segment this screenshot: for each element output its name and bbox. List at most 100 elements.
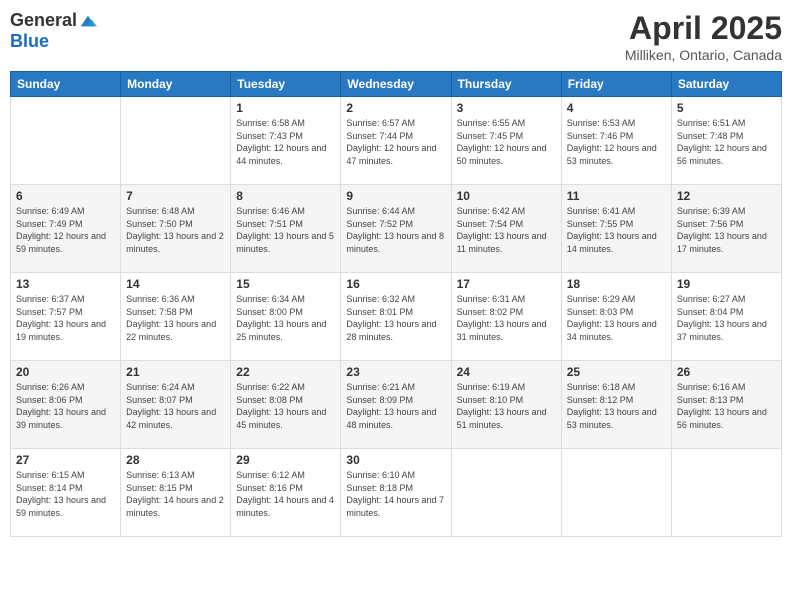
day-info: Sunrise: 6:41 AM Sunset: 7:55 PM Dayligh… xyxy=(567,205,666,255)
calendar-cell: 27 Sunrise: 6:15 AM Sunset: 8:14 PM Dayl… xyxy=(11,449,121,537)
calendar-cell: 20 Sunrise: 6:26 AM Sunset: 8:06 PM Dayl… xyxy=(11,361,121,449)
day-info: Sunrise: 6:12 AM Sunset: 8:16 PM Dayligh… xyxy=(236,469,335,519)
calendar-cell: 15 Sunrise: 6:34 AM Sunset: 8:00 PM Dayl… xyxy=(231,273,341,361)
calendar-cell: 1 Sunrise: 6:58 AM Sunset: 7:43 PM Dayli… xyxy=(231,97,341,185)
day-number: 30 xyxy=(346,453,445,467)
day-info: Sunrise: 6:53 AM Sunset: 7:46 PM Dayligh… xyxy=(567,117,666,167)
header-wednesday: Wednesday xyxy=(341,72,451,97)
week-row-5: 27 Sunrise: 6:15 AM Sunset: 8:14 PM Dayl… xyxy=(11,449,782,537)
week-row-2: 6 Sunrise: 6:49 AM Sunset: 7:49 PM Dayli… xyxy=(11,185,782,273)
day-info: Sunrise: 6:37 AM Sunset: 7:57 PM Dayligh… xyxy=(16,293,115,343)
day-info: Sunrise: 6:36 AM Sunset: 7:58 PM Dayligh… xyxy=(126,293,225,343)
calendar-cell: 6 Sunrise: 6:49 AM Sunset: 7:49 PM Dayli… xyxy=(11,185,121,273)
calendar-cell xyxy=(561,449,671,537)
title-section: April 2025 Milliken, Ontario, Canada xyxy=(625,10,782,63)
day-info: Sunrise: 6:57 AM Sunset: 7:44 PM Dayligh… xyxy=(346,117,445,167)
calendar-cell: 23 Sunrise: 6:21 AM Sunset: 8:09 PM Dayl… xyxy=(341,361,451,449)
day-number: 14 xyxy=(126,277,225,291)
day-number: 26 xyxy=(677,365,776,379)
day-number: 4 xyxy=(567,101,666,115)
calendar-cell: 30 Sunrise: 6:10 AM Sunset: 8:18 PM Dayl… xyxy=(341,449,451,537)
calendar-cell: 19 Sunrise: 6:27 AM Sunset: 8:04 PM Dayl… xyxy=(671,273,781,361)
page: General Blue April 2025 Milliken, Ontari… xyxy=(0,0,792,612)
day-number: 29 xyxy=(236,453,335,467)
calendar-cell: 14 Sunrise: 6:36 AM Sunset: 7:58 PM Dayl… xyxy=(121,273,231,361)
calendar-cell: 24 Sunrise: 6:19 AM Sunset: 8:10 PM Dayl… xyxy=(451,361,561,449)
calendar-cell: 7 Sunrise: 6:48 AM Sunset: 7:50 PM Dayli… xyxy=(121,185,231,273)
weekday-header-row: Sunday Monday Tuesday Wednesday Thursday… xyxy=(11,72,782,97)
day-info: Sunrise: 6:19 AM Sunset: 8:10 PM Dayligh… xyxy=(457,381,556,431)
week-row-1: 1 Sunrise: 6:58 AM Sunset: 7:43 PM Dayli… xyxy=(11,97,782,185)
day-number: 23 xyxy=(346,365,445,379)
day-info: Sunrise: 6:49 AM Sunset: 7:49 PM Dayligh… xyxy=(16,205,115,255)
calendar-cell: 16 Sunrise: 6:32 AM Sunset: 8:01 PM Dayl… xyxy=(341,273,451,361)
calendar-cell: 29 Sunrise: 6:12 AM Sunset: 8:16 PM Dayl… xyxy=(231,449,341,537)
day-number: 21 xyxy=(126,365,225,379)
logo-general: General xyxy=(10,10,77,31)
main-title: April 2025 xyxy=(625,10,782,47)
calendar-cell: 12 Sunrise: 6:39 AM Sunset: 7:56 PM Dayl… xyxy=(671,185,781,273)
day-number: 24 xyxy=(457,365,556,379)
day-info: Sunrise: 6:42 AM Sunset: 7:54 PM Dayligh… xyxy=(457,205,556,255)
calendar-cell xyxy=(671,449,781,537)
calendar-cell: 28 Sunrise: 6:13 AM Sunset: 8:15 PM Dayl… xyxy=(121,449,231,537)
logo-blue: Blue xyxy=(10,31,49,51)
day-info: Sunrise: 6:31 AM Sunset: 8:02 PM Dayligh… xyxy=(457,293,556,343)
logo-icon xyxy=(79,12,97,30)
calendar-cell xyxy=(11,97,121,185)
week-row-4: 20 Sunrise: 6:26 AM Sunset: 8:06 PM Dayl… xyxy=(11,361,782,449)
calendar-cell: 17 Sunrise: 6:31 AM Sunset: 8:02 PM Dayl… xyxy=(451,273,561,361)
day-info: Sunrise: 6:24 AM Sunset: 8:07 PM Dayligh… xyxy=(126,381,225,431)
day-info: Sunrise: 6:44 AM Sunset: 7:52 PM Dayligh… xyxy=(346,205,445,255)
header-sunday: Sunday xyxy=(11,72,121,97)
calendar-cell xyxy=(121,97,231,185)
day-number: 25 xyxy=(567,365,666,379)
day-number: 18 xyxy=(567,277,666,291)
day-info: Sunrise: 6:27 AM Sunset: 8:04 PM Dayligh… xyxy=(677,293,776,343)
day-number: 3 xyxy=(457,101,556,115)
day-info: Sunrise: 6:39 AM Sunset: 7:56 PM Dayligh… xyxy=(677,205,776,255)
day-info: Sunrise: 6:26 AM Sunset: 8:06 PM Dayligh… xyxy=(16,381,115,431)
header-saturday: Saturday xyxy=(671,72,781,97)
calendar-cell: 13 Sunrise: 6:37 AM Sunset: 7:57 PM Dayl… xyxy=(11,273,121,361)
day-number: 27 xyxy=(16,453,115,467)
header: General Blue April 2025 Milliken, Ontari… xyxy=(10,10,782,63)
calendar-cell: 22 Sunrise: 6:22 AM Sunset: 8:08 PM Dayl… xyxy=(231,361,341,449)
day-number: 28 xyxy=(126,453,225,467)
day-number: 17 xyxy=(457,277,556,291)
day-number: 13 xyxy=(16,277,115,291)
day-info: Sunrise: 6:32 AM Sunset: 8:01 PM Dayligh… xyxy=(346,293,445,343)
day-number: 10 xyxy=(457,189,556,203)
day-number: 15 xyxy=(236,277,335,291)
week-row-3: 13 Sunrise: 6:37 AM Sunset: 7:57 PM Dayl… xyxy=(11,273,782,361)
day-info: Sunrise: 6:55 AM Sunset: 7:45 PM Dayligh… xyxy=(457,117,556,167)
calendar-cell: 4 Sunrise: 6:53 AM Sunset: 7:46 PM Dayli… xyxy=(561,97,671,185)
calendar-cell: 11 Sunrise: 6:41 AM Sunset: 7:55 PM Dayl… xyxy=(561,185,671,273)
day-number: 2 xyxy=(346,101,445,115)
day-info: Sunrise: 6:22 AM Sunset: 8:08 PM Dayligh… xyxy=(236,381,335,431)
day-number: 7 xyxy=(126,189,225,203)
calendar-cell: 5 Sunrise: 6:51 AM Sunset: 7:48 PM Dayli… xyxy=(671,97,781,185)
header-monday: Monday xyxy=(121,72,231,97)
calendar-cell: 26 Sunrise: 6:16 AM Sunset: 8:13 PM Dayl… xyxy=(671,361,781,449)
day-info: Sunrise: 6:18 AM Sunset: 8:12 PM Dayligh… xyxy=(567,381,666,431)
day-info: Sunrise: 6:51 AM Sunset: 7:48 PM Dayligh… xyxy=(677,117,776,167)
subtitle: Milliken, Ontario, Canada xyxy=(625,47,782,63)
day-info: Sunrise: 6:48 AM Sunset: 7:50 PM Dayligh… xyxy=(126,205,225,255)
day-info: Sunrise: 6:46 AM Sunset: 7:51 PM Dayligh… xyxy=(236,205,335,255)
calendar-cell: 25 Sunrise: 6:18 AM Sunset: 8:12 PM Dayl… xyxy=(561,361,671,449)
calendar-cell: 9 Sunrise: 6:44 AM Sunset: 7:52 PM Dayli… xyxy=(341,185,451,273)
day-number: 12 xyxy=(677,189,776,203)
day-number: 22 xyxy=(236,365,335,379)
calendar-cell: 18 Sunrise: 6:29 AM Sunset: 8:03 PM Dayl… xyxy=(561,273,671,361)
day-number: 6 xyxy=(16,189,115,203)
day-number: 20 xyxy=(16,365,115,379)
calendar-cell xyxy=(451,449,561,537)
header-tuesday: Tuesday xyxy=(231,72,341,97)
calendar-table: Sunday Monday Tuesday Wednesday Thursday… xyxy=(10,71,782,537)
calendar-cell: 8 Sunrise: 6:46 AM Sunset: 7:51 PM Dayli… xyxy=(231,185,341,273)
day-number: 9 xyxy=(346,189,445,203)
day-info: Sunrise: 6:15 AM Sunset: 8:14 PM Dayligh… xyxy=(16,469,115,519)
day-info: Sunrise: 6:13 AM Sunset: 8:15 PM Dayligh… xyxy=(126,469,225,519)
day-info: Sunrise: 6:29 AM Sunset: 8:03 PM Dayligh… xyxy=(567,293,666,343)
